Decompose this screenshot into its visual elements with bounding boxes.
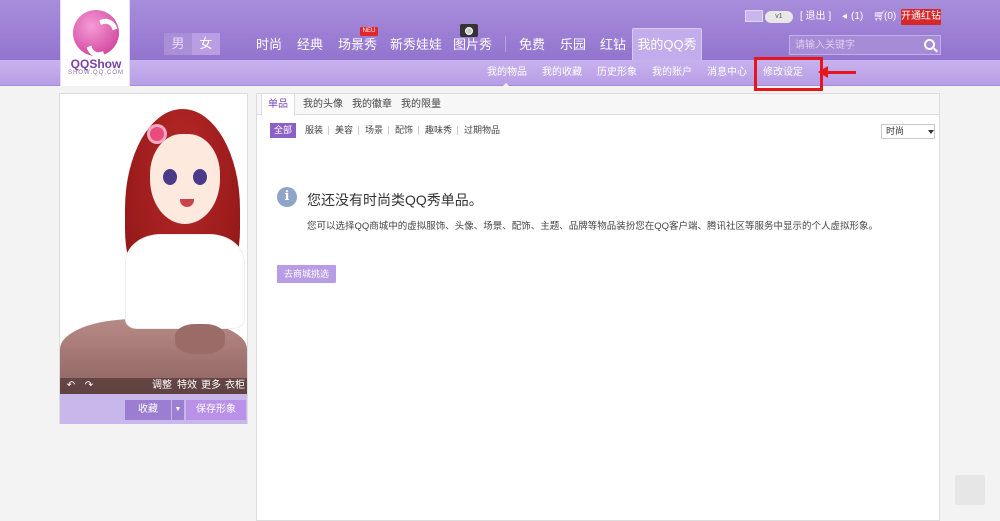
filter-divider bbox=[328, 126, 329, 135]
filter-divider bbox=[457, 126, 458, 135]
nav-item-red-diamond[interactable]: 红钻 bbox=[600, 36, 626, 54]
avatar-eye bbox=[193, 169, 207, 185]
avatar-eye bbox=[163, 169, 177, 185]
collect-button[interactable]: 收藏 bbox=[125, 400, 171, 420]
search-input[interactable] bbox=[790, 36, 920, 54]
item-tabs: 单品 我的头像 我的徽章 我的限量 bbox=[257, 94, 939, 116]
nav-item-classic[interactable]: 经典 bbox=[297, 36, 323, 54]
search-box bbox=[789, 35, 941, 55]
effects-button[interactable]: 特效 bbox=[177, 380, 197, 392]
filter-divider bbox=[388, 126, 389, 135]
tab-my-badges[interactable]: 我的徽章 bbox=[352, 94, 392, 115]
nav-item-park[interactable]: 乐园 bbox=[560, 36, 586, 54]
gender-male-tab[interactable]: 男 bbox=[164, 33, 192, 55]
wardrobe-button[interactable]: 衣柜 bbox=[225, 380, 245, 392]
logout-link[interactable]: [ 退出 ] bbox=[800, 9, 831, 25]
gender-female-tab[interactable]: 女 bbox=[192, 33, 220, 55]
collect-dropdown-icon[interactable]: ▼ bbox=[172, 400, 184, 420]
main-content: 单品 我的头像 我的徽章 我的限量 全部 服装 美容 场景 配饰 趣味秀 过期物… bbox=[256, 93, 940, 521]
tab-my-limited[interactable]: 我的限量 bbox=[401, 94, 441, 115]
empty-state-title: 您还没有时尚类QQ秀单品。 bbox=[307, 192, 483, 208]
user-avatar[interactable] bbox=[745, 10, 763, 22]
info-icon: i bbox=[277, 187, 297, 207]
tab-single-items[interactable]: 单品 bbox=[261, 94, 295, 116]
nav-item-new-doll[interactable]: 新秀娃娃 bbox=[390, 36, 442, 54]
subnav-message-center[interactable]: 消息中心 bbox=[707, 66, 747, 80]
undo-icon[interactable]: ↶ bbox=[64, 380, 78, 392]
search-icon[interactable] bbox=[924, 39, 935, 50]
filter-scene[interactable]: 场景 bbox=[365, 123, 383, 138]
nav-item-scene-show[interactable]: 场景秀 bbox=[338, 36, 377, 54]
avatar-image bbox=[60, 94, 247, 394]
filter-clothing[interactable]: 服装 bbox=[305, 123, 323, 138]
annotation-arrow-icon bbox=[818, 66, 856, 78]
subnav-my-items[interactable]: 我的物品 bbox=[487, 66, 527, 88]
hair-flower-icon bbox=[150, 127, 164, 141]
message-count[interactable]: (1) bbox=[851, 9, 863, 25]
qqshow-logo-icon bbox=[73, 10, 119, 56]
avatar-actions: 收藏 ▼ 保存形象 bbox=[60, 394, 247, 424]
category-select-value: 时尚 bbox=[886, 126, 905, 136]
logo-subtext: SHOW.QQ.COM bbox=[68, 70, 124, 76]
subnav-history[interactable]: 历史形象 bbox=[597, 66, 637, 80]
logo-text: QQShow bbox=[70, 57, 122, 71]
subnav-my-account[interactable]: 我的账户 bbox=[652, 66, 692, 80]
avatar-panel: ↶ ↷ 调整 特效 更多 衣柜 收藏 ▼ 保存形象 bbox=[59, 93, 248, 424]
nav-item-free[interactable]: 免费 bbox=[519, 36, 545, 54]
cart-count[interactable]: (0) bbox=[884, 9, 896, 25]
filter-divider bbox=[358, 126, 359, 135]
nav-item-fashion[interactable]: 时尚 bbox=[256, 36, 282, 54]
more-button[interactable]: 更多 bbox=[201, 380, 221, 392]
avatar-bow bbox=[175, 324, 225, 354]
avatar-toolbar: ↶ ↷ 调整 特效 更多 衣柜 bbox=[60, 378, 247, 394]
vip-level-icon[interactable]: v1 bbox=[765, 11, 793, 23]
subnav-my-favorites[interactable]: 我的收藏 bbox=[542, 66, 582, 80]
filter-all[interactable]: 全部 bbox=[270, 123, 297, 138]
adjust-button[interactable]: 调整 bbox=[152, 380, 172, 392]
filter-divider bbox=[418, 126, 419, 135]
nav-divider bbox=[505, 36, 506, 52]
logo[interactable]: QQShow SHOW.QQ.COM bbox=[60, 0, 130, 86]
avatar-shirt bbox=[125, 234, 245, 329]
scroll-grip[interactable] bbox=[955, 475, 985, 505]
nav-item-my-qqshow[interactable]: 我的QQ秀 bbox=[632, 28, 702, 60]
go-to-mall-button[interactable]: 去商城挑选 bbox=[277, 265, 336, 283]
category-select[interactable]: 时尚 bbox=[881, 124, 935, 139]
open-red-diamond-button[interactable]: 开通红钻 bbox=[901, 9, 941, 25]
filter-expired[interactable]: 过期物品 bbox=[464, 123, 500, 138]
filter-accessories[interactable]: 配饰 bbox=[395, 123, 413, 138]
chevron-down-icon bbox=[928, 130, 934, 137]
new-badge: NEU bbox=[360, 27, 378, 36]
tab-my-avatar[interactable]: 我的头像 bbox=[303, 94, 343, 115]
filter-beauty[interactable]: 美容 bbox=[335, 123, 353, 138]
avatar-face bbox=[150, 134, 220, 224]
message-icon[interactable]: ◂ bbox=[842, 9, 847, 25]
empty-state-description: 您可以选择QQ商城中的虚拟服饰、头像、场景、配饰、主题、品牌等物品装扮您在QQ客… bbox=[307, 221, 879, 232]
save-look-button[interactable]: 保存形象 bbox=[186, 400, 246, 420]
redo-icon[interactable]: ↷ bbox=[82, 380, 96, 392]
annotation-highlight-box bbox=[754, 57, 823, 91]
filter-fun-show[interactable]: 趣味秀 bbox=[425, 123, 452, 138]
nav-item-photo-show[interactable]: 图片秀 bbox=[453, 36, 492, 54]
